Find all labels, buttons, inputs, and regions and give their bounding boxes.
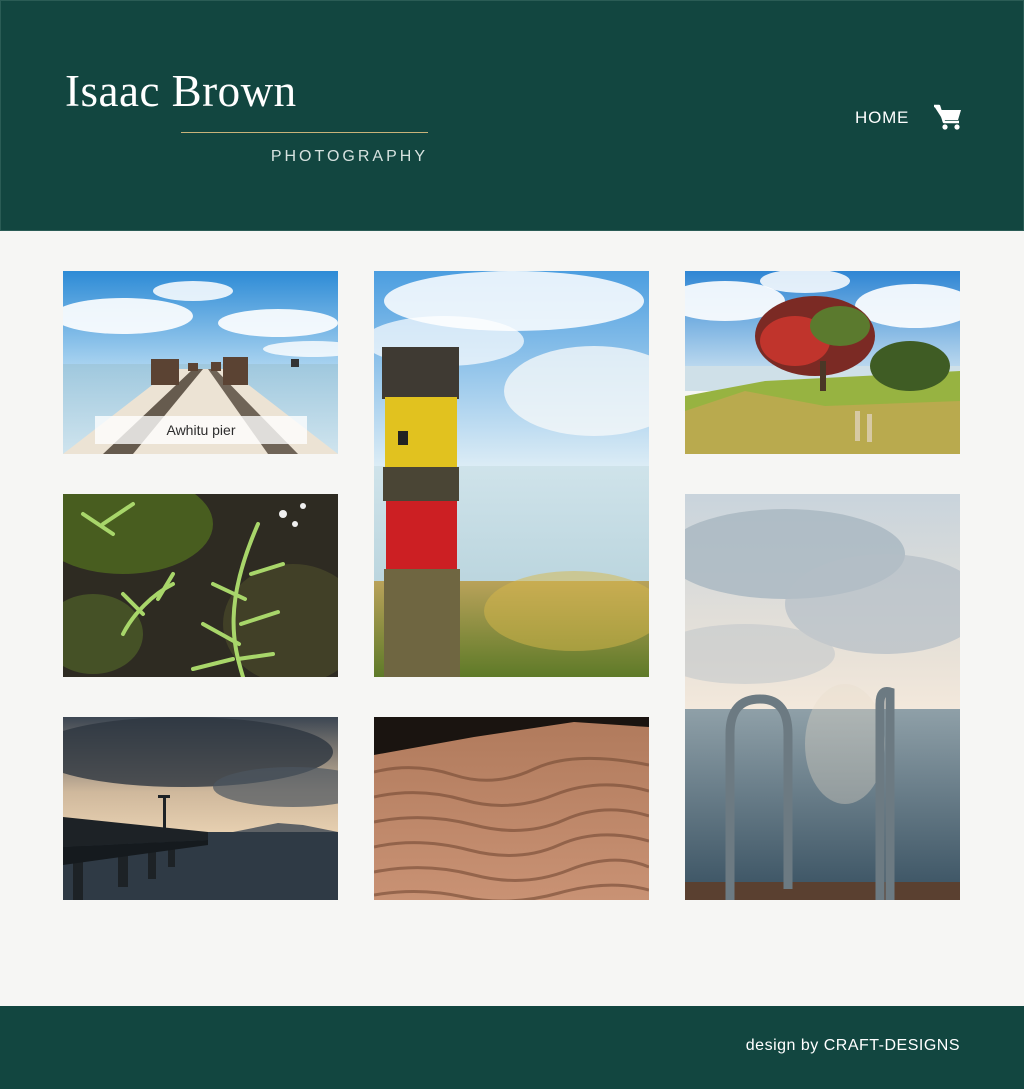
cart-icon[interactable]	[933, 103, 963, 131]
gallery-tile-awhitu-pier[interactable]: Awhitu pier	[63, 271, 338, 454]
wharf-sunset-photo	[63, 717, 338, 900]
brand-divider	[181, 132, 428, 133]
tile-caption: Awhitu pier	[95, 416, 307, 444]
marker-post-photo	[374, 271, 649, 677]
pool-ladder-sea-photo	[685, 494, 960, 900]
gallery-tile-pohutukawa-tree[interactable]	[685, 271, 960, 454]
pohutukawa-tree-photo	[685, 271, 960, 454]
gallery-tile-pool-ladder-sea[interactable]	[685, 494, 960, 900]
nav-home-link[interactable]: HOME	[855, 108, 909, 128]
gallery-tile-sand-ripples[interactable]	[374, 717, 649, 900]
site-footer: design by CRAFT-DESIGNS	[0, 1006, 1024, 1089]
brand-subtitle: PHOTOGRAPHY	[270, 148, 428, 165]
gallery-tile-fern-plant[interactable]	[63, 494, 338, 677]
brand-name[interactable]: Isaac Brown	[65, 65, 297, 117]
fern-plant-photo	[63, 494, 338, 677]
site-header: Isaac Brown PHOTOGRAPHY HOME	[0, 0, 1024, 231]
gallery-tile-wharf-sunset[interactable]	[63, 717, 338, 900]
gallery-tile-marker-post[interactable]	[374, 271, 649, 677]
footer-credit[interactable]: design by CRAFT-DESIGNS	[746, 1037, 960, 1055]
sand-ripples-photo	[374, 717, 649, 900]
